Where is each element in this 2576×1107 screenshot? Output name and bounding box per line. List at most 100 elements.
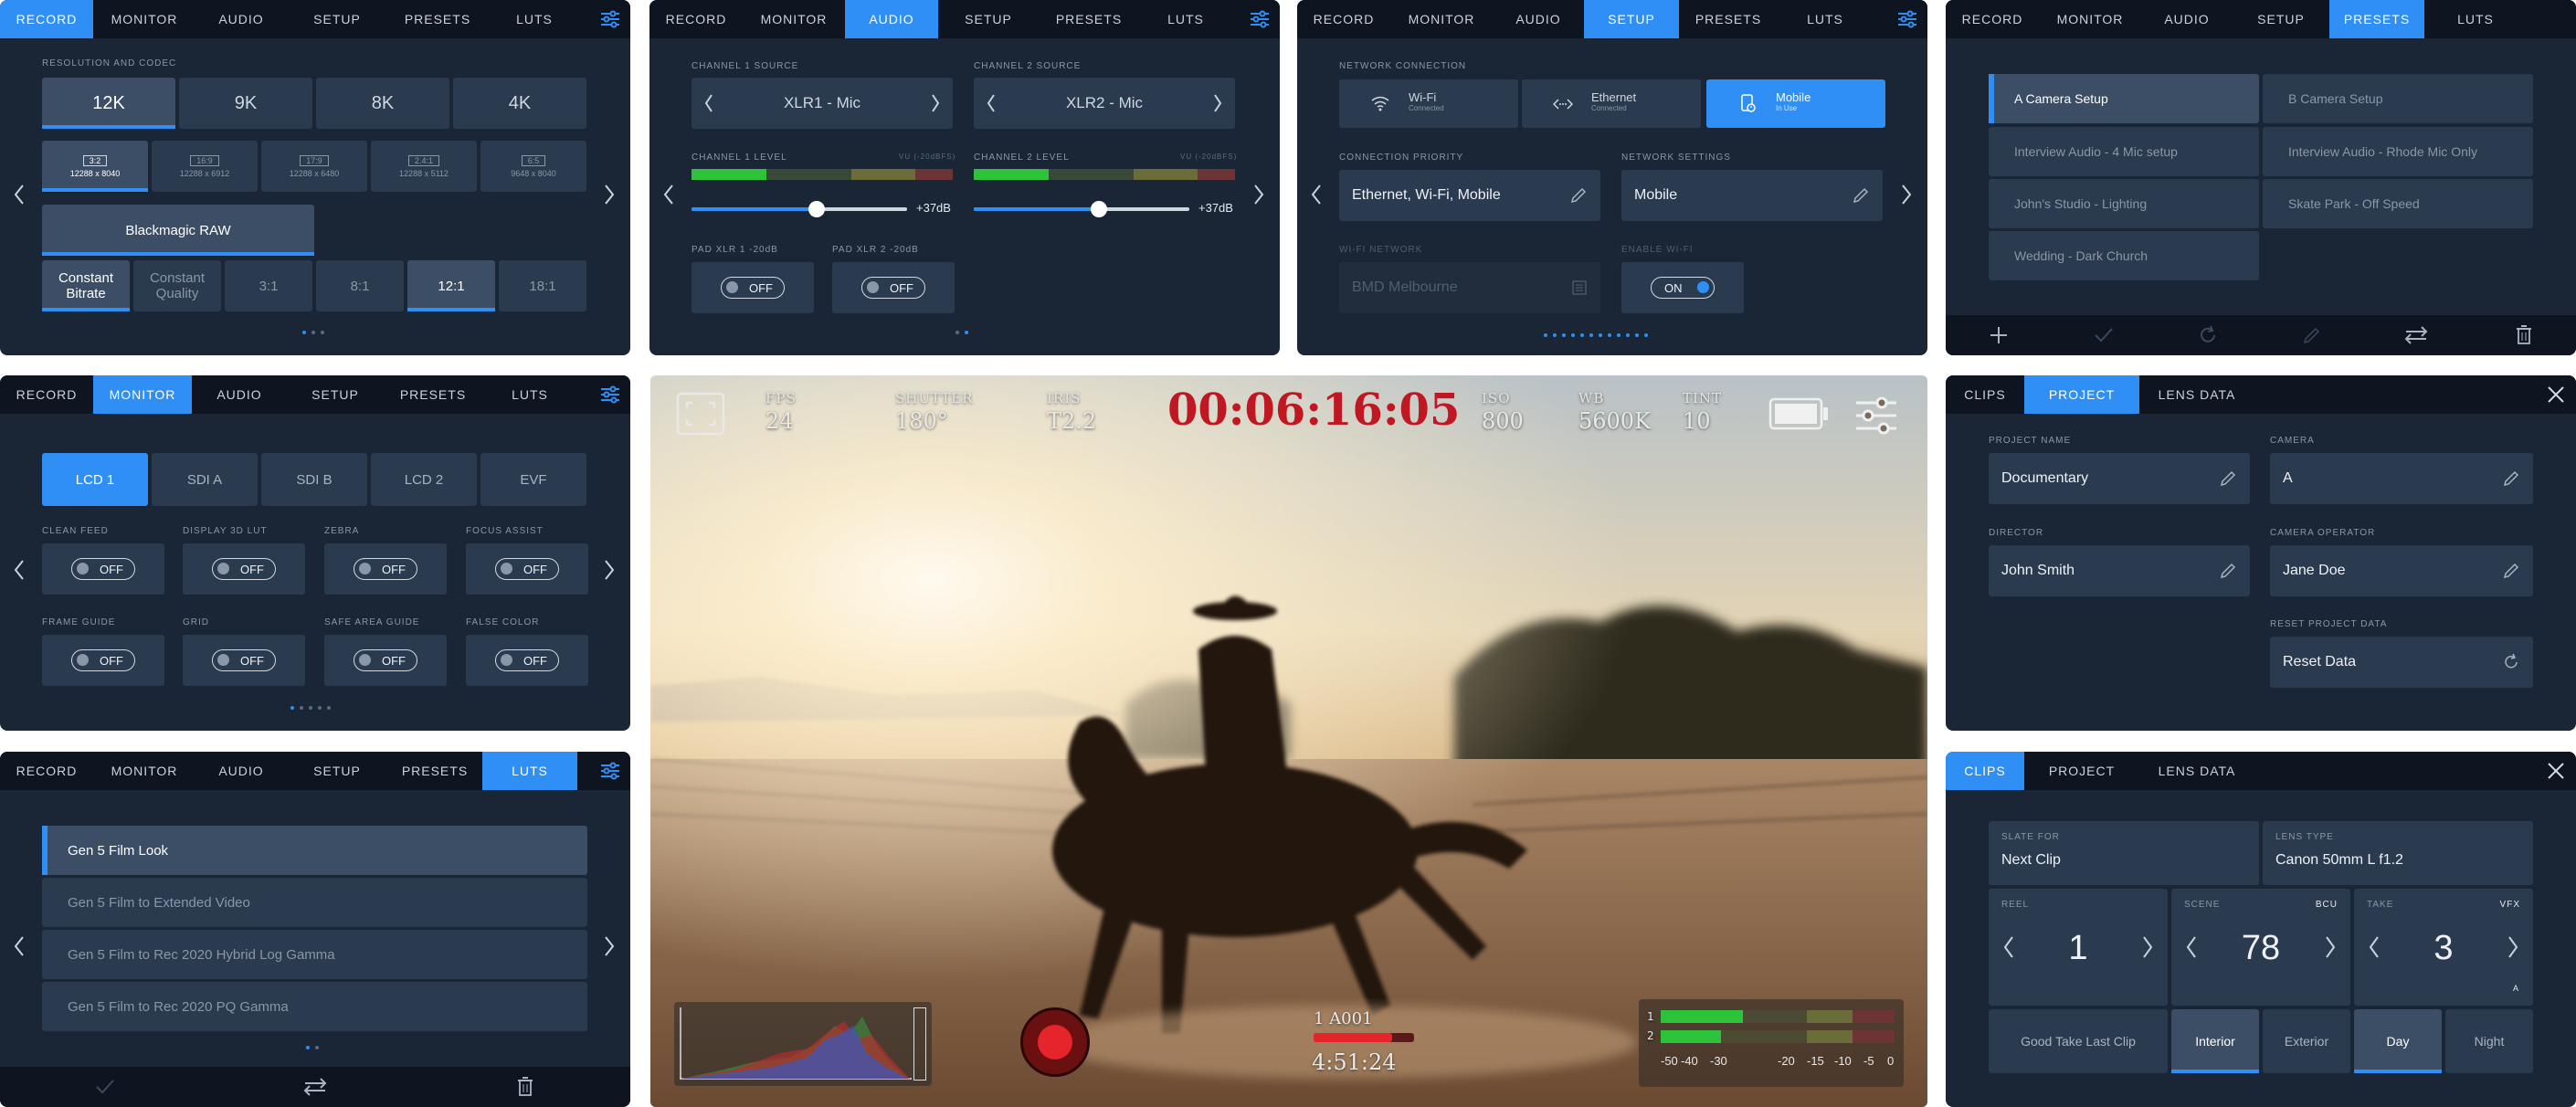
lens-type-field[interactable]: LENS TYPE Canon 50mm L f1.2 xyxy=(2263,821,2533,885)
trash-icon[interactable] xyxy=(516,1077,534,1097)
tab-audio[interactable]: AUDIO xyxy=(2141,0,2233,38)
chevron-right-icon[interactable] xyxy=(2325,936,2336,958)
slider-handle[interactable] xyxy=(808,201,825,217)
chevron-right-icon[interactable] xyxy=(1897,181,1916,208)
tab-presets[interactable]: PRESETS xyxy=(387,0,488,38)
scene-tag[interactable]: BCU xyxy=(2316,900,2338,910)
good-take-button[interactable]: Good Take Last Clip xyxy=(1989,1009,2168,1073)
chevron-left-icon[interactable] xyxy=(704,94,713,112)
ratio-3-1-button[interactable]: 3:1 xyxy=(225,260,312,311)
output-lcd2-button[interactable]: LCD 2 xyxy=(371,453,477,506)
chevron-right-icon[interactable] xyxy=(1250,181,1268,208)
tab-presets[interactable]: PRESETS xyxy=(1039,0,1139,38)
tab-setup[interactable]: SETUP xyxy=(287,0,387,38)
chevron-left-icon[interactable] xyxy=(10,933,28,960)
preset-item[interactable]: Wedding - Dark Church xyxy=(1989,231,2259,280)
resolution-9k-button[interactable]: 9K xyxy=(179,78,312,129)
pad1-toggle[interactable]: OFF xyxy=(692,262,814,313)
tab-record[interactable]: RECORD xyxy=(0,375,93,414)
tab-monitor[interactable]: MONITOR xyxy=(93,0,195,38)
settings-icon[interactable] xyxy=(590,375,630,414)
chevron-right-icon[interactable] xyxy=(600,556,618,584)
ch2-source-selector[interactable]: XLR2 - Mic xyxy=(974,78,1235,129)
chevron-right-icon[interactable] xyxy=(931,94,940,112)
ch1-source-selector[interactable]: XLR1 - Mic xyxy=(692,78,953,129)
reset-data-button[interactable]: Reset Data xyxy=(2270,637,2533,688)
clean-feed-toggle[interactable]: OFF xyxy=(42,543,164,595)
exterior-button[interactable]: Exterior xyxy=(2263,1009,2350,1073)
chevron-right-icon[interactable] xyxy=(2507,936,2518,958)
fullscreen-icon[interactable] xyxy=(676,392,725,436)
director-field[interactable]: John Smith xyxy=(1989,545,2250,596)
tab-project[interactable]: PROJECT xyxy=(2024,375,2139,414)
night-button[interactable]: Night xyxy=(2445,1009,2533,1073)
settings-icon[interactable] xyxy=(590,0,630,38)
wb-readout[interactable]: WB 5600K xyxy=(1578,390,1651,434)
slider-handle[interactable] xyxy=(1090,201,1107,217)
pad2-toggle[interactable]: OFF xyxy=(832,262,955,313)
tab-record[interactable]: RECORD xyxy=(649,0,743,38)
preset-item[interactable]: B Camera Setup xyxy=(2263,74,2533,123)
scene-stepper[interactable]: SCENE BCU 78 xyxy=(2171,889,2350,1006)
close-icon[interactable] xyxy=(2536,752,2576,790)
project-name-field[interactable]: Documentary xyxy=(1989,453,2250,504)
iso-readout[interactable]: ISO 800 xyxy=(1482,390,1524,434)
tab-setup[interactable]: SETUP xyxy=(938,0,1039,38)
lut-item[interactable]: Gen 5 Film to Rec 2020 Hybrid Log Gamma xyxy=(42,930,587,979)
close-icon[interactable] xyxy=(2536,375,2576,414)
ch2-gain-slider[interactable] xyxy=(974,199,1189,219)
settings-icon[interactable] xyxy=(1887,0,1927,38)
codec-braw-button[interactable]: Blackmagic RAW xyxy=(42,205,314,256)
tab-setup[interactable]: SETUP xyxy=(1584,0,1679,38)
frame-guide-toggle[interactable]: OFF xyxy=(42,635,164,686)
tab-setup[interactable]: SETUP xyxy=(287,752,387,790)
output-sdib-button[interactable]: SDI B xyxy=(261,453,367,506)
check-icon[interactable] xyxy=(2094,325,2114,345)
tab-luts[interactable]: LUTS xyxy=(482,375,577,414)
tab-clips[interactable]: CLIPS xyxy=(1946,375,2024,414)
histogram[interactable] xyxy=(674,1002,932,1086)
tab-record[interactable]: RECORD xyxy=(0,0,93,38)
transfer-icon[interactable] xyxy=(303,1077,327,1097)
focus-assist-toggle[interactable]: OFF xyxy=(466,543,588,595)
tab-setup[interactable]: SETUP xyxy=(2233,0,2329,38)
false-color-toggle[interactable]: OFF xyxy=(466,635,588,686)
pencil-icon[interactable] xyxy=(2302,325,2322,345)
tab-clips[interactable]: CLIPS xyxy=(1946,752,2024,790)
tab-audio[interactable]: AUDIO xyxy=(195,0,287,38)
camera-field[interactable]: A xyxy=(2270,453,2533,504)
tab-monitor[interactable]: MONITOR xyxy=(1390,0,1493,38)
tab-luts[interactable]: LUTS xyxy=(482,752,577,790)
output-lcd1-button[interactable]: LCD 1 xyxy=(42,453,148,506)
chevron-left-icon[interactable] xyxy=(987,94,996,112)
chevron-right-icon[interactable] xyxy=(600,933,618,960)
zebra-toggle[interactable]: OFF xyxy=(324,543,447,595)
resolution-12k-button[interactable]: 12K xyxy=(42,78,175,129)
tab-presets[interactable]: PRESETS xyxy=(387,752,482,790)
enable-wifi-toggle[interactable]: ON xyxy=(1621,262,1744,313)
ratio-12-1-button[interactable]: 12:1 xyxy=(407,260,495,311)
tab-setup[interactable]: SETUP xyxy=(287,375,384,414)
aspect-6-5-button[interactable]: 6:5 9648 x 8040 xyxy=(480,141,586,192)
pencil-icon[interactable] xyxy=(2219,469,2237,488)
tab-audio[interactable]: AUDIO xyxy=(195,752,287,790)
lut-item[interactable]: Gen 5 Film to Rec 2020 PQ Gamma xyxy=(42,982,587,1031)
take-stepper[interactable]: TAKE VFX 3 A xyxy=(2354,889,2533,1006)
tab-monitor[interactable]: MONITOR xyxy=(93,375,192,414)
preset-item[interactable]: A Camera Setup xyxy=(1989,74,2259,123)
tab-record[interactable]: RECORD xyxy=(0,752,93,790)
shutter-readout[interactable]: SHUTTER 180° xyxy=(895,390,974,434)
settings-icon[interactable] xyxy=(1240,0,1280,38)
preset-item[interactable]: Interview Audio - Rhode Mic Only xyxy=(2263,127,2533,176)
settings-icon[interactable] xyxy=(1854,395,1898,436)
resolution-4k-button[interactable]: 4K xyxy=(453,78,586,129)
chevron-right-icon[interactable] xyxy=(600,181,618,208)
camera-viewfinder[interactable]: FPS 24 SHUTTER 180° IRIS T2.2 00:06:16:05 I… xyxy=(650,375,1927,1107)
take-tag[interactable]: VFX xyxy=(2500,900,2520,910)
output-evf-button[interactable]: EVF xyxy=(480,453,586,506)
connection-priority-field[interactable]: Ethernet, Wi-Fi, Mobile xyxy=(1339,170,1600,221)
tab-presets[interactable]: PRESETS xyxy=(1679,0,1778,38)
constant-quality-button[interactable]: Constant Quality xyxy=(133,260,221,311)
wifi-button[interactable]: Wi-Fi Connected xyxy=(1339,79,1518,128)
tab-luts[interactable]: LUTS xyxy=(488,0,581,38)
